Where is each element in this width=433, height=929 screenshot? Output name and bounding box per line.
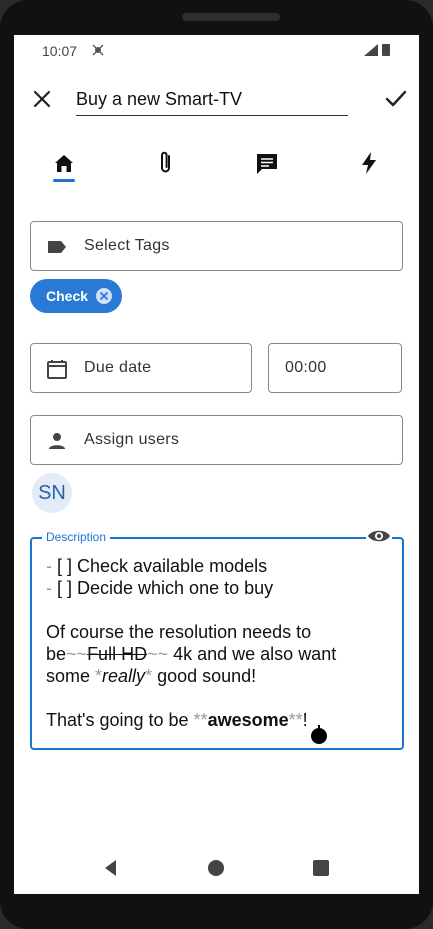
screen: 10:07 Buy a new Smart-TV Select Tags Che… [14, 35, 419, 894]
due-time-field[interactable]: 00:00 [268, 343, 402, 393]
description-line: some *really* good sound! [46, 666, 257, 686]
lightning-icon[interactable] [349, 143, 389, 183]
paperclip-icon[interactable] [146, 143, 186, 183]
device-frame: 10:07 Buy a new Smart-TV Select Tags Che… [0, 0, 433, 929]
status-time: 10:07 [42, 43, 78, 59]
signal-icon [364, 44, 378, 56]
task-title-input[interactable] [76, 83, 348, 116]
tag-chip-label: Check [46, 288, 89, 304]
recents-icon[interactable] [310, 857, 332, 879]
active-tab-indicator [53, 179, 75, 182]
calendar-icon [47, 360, 67, 379]
avatar[interactable]: SN [32, 473, 72, 513]
assign-users-field[interactable]: Assign users [30, 415, 403, 465]
description-line: Of course the resolution needs to [46, 622, 312, 642]
system-nav-bar [14, 843, 419, 894]
battery-icon [382, 44, 390, 56]
debug-icon [92, 44, 104, 56]
app-bar [14, 75, 419, 131]
description-label: Description [42, 530, 111, 544]
due-time-value: 00:00 [285, 359, 327, 376]
due-date-label: Due date [84, 359, 152, 376]
close-icon[interactable] [28, 85, 56, 113]
eye-icon[interactable] [366, 525, 392, 547]
status-bar: 10:07 [14, 35, 419, 67]
person-icon [49, 433, 65, 449]
tag-chip[interactable]: Check [30, 279, 122, 313]
description-line: That's going to be **awesome**! [46, 710, 308, 730]
home-icon[interactable] [44, 143, 84, 183]
label-icon [48, 241, 66, 253]
checkmark-icon[interactable] [382, 85, 410, 113]
description-line: be~~Full HD~~ 4k and we also want [46, 644, 337, 664]
select-tags-field[interactable]: Select Tags [30, 221, 403, 271]
remove-tag-icon[interactable] [96, 288, 112, 304]
text-cursor-handle[interactable] [310, 725, 328, 745]
comment-icon[interactable] [247, 143, 287, 183]
due-date-field[interactable]: Due date [30, 343, 252, 393]
assign-users-label: Assign users [84, 431, 180, 448]
tab-bar [14, 135, 419, 187]
home-button-icon[interactable] [205, 857, 227, 879]
back-icon[interactable] [100, 857, 122, 879]
speaker-grille [182, 13, 280, 21]
description-line: - [ ] Check available models [46, 556, 268, 576]
select-tags-label: Select Tags [84, 237, 170, 254]
description-line: - [ ] Decide which one to buy [46, 578, 274, 598]
